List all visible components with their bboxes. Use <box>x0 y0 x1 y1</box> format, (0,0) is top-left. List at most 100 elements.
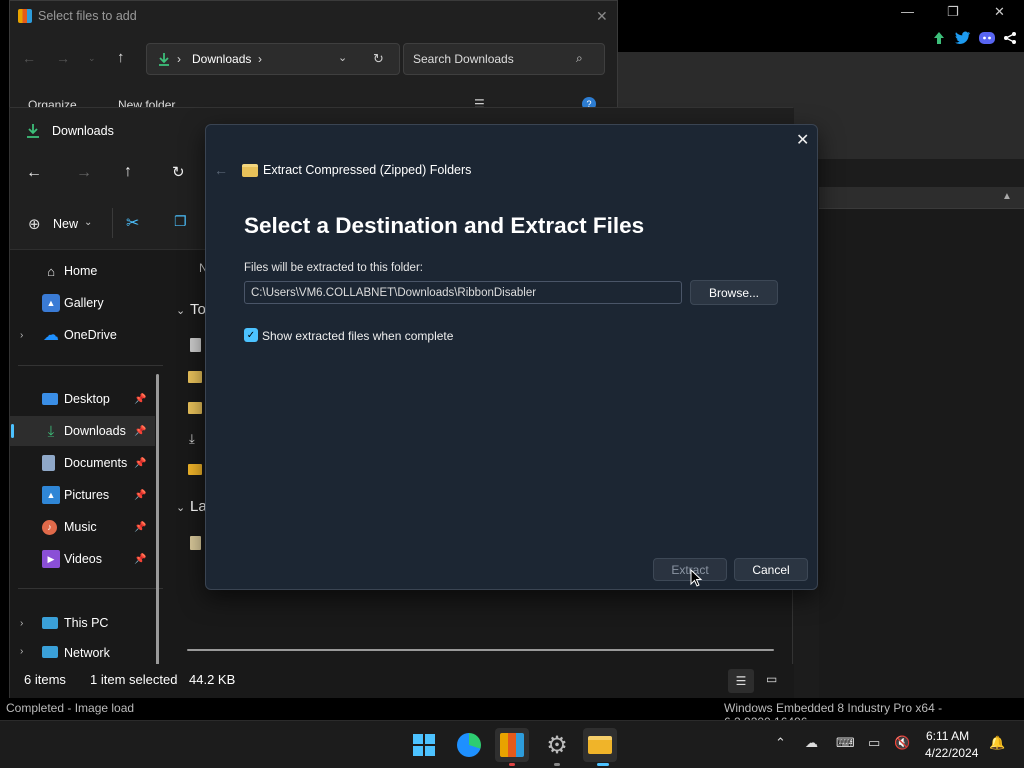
address-bar[interactable]: › Downloads › ⌄ ↻ <box>146 43 400 75</box>
show-files-checkbox[interactable]: ✓ <box>244 328 258 342</box>
sidebar-item-this-pc[interactable]: › This PC <box>10 608 155 638</box>
group-collapse-icon[interactable]: ⌄ <box>176 501 185 514</box>
show-hidden-icons-chevron-icon[interactable]: ⌃ <box>775 735 786 751</box>
app-taskbar-button[interactable] <box>495 728 529 762</box>
tiles-view-icon[interactable]: ▭ <box>766 672 777 686</box>
edge-taskbar-button[interactable] <box>452 728 486 762</box>
keyboard-icon[interactable]: ⌨ <box>836 735 855 751</box>
edge-icon <box>457 733 481 757</box>
sidebar-item-gallery[interactable]: ▲ Gallery <box>10 288 155 318</box>
sidebar-item-network[interactable]: › Network <box>10 640 155 662</box>
sidebar-item-videos[interactable]: ▶ Videos 📌 <box>10 544 155 574</box>
refresh-icon[interactable]: ↻ <box>172 163 185 181</box>
pin-icon[interactable]: 📌 <box>134 458 146 469</box>
destination-path-input[interactable]: C:\Users\VM6.COLLABNET\Downloads\RibbonD… <box>244 281 682 304</box>
folder-icon <box>188 464 202 475</box>
show-files-label[interactable]: Show extracted files when complete <box>262 329 453 343</box>
new-button[interactable]: New <box>53 217 78 231</box>
up-arrow-icon[interactable]: ↑ <box>124 163 132 181</box>
expand-chevron-icon[interactable]: › <box>20 618 23 629</box>
arrow-up-green-icon[interactable] <box>932 31 946 45</box>
sidebar-item-home[interactable]: ⌂ Home <box>10 256 155 286</box>
close-icon[interactable]: ✕ <box>796 130 809 150</box>
select-files-dialog: Select files to add ✕ ← → ⌄ ↑ › Download… <box>9 0 618 122</box>
back-arrow-icon[interactable]: ← <box>26 164 42 182</box>
recent-chevron-icon[interactable]: ⌄ <box>88 53 96 64</box>
discord-icon[interactable] <box>979 31 995 45</box>
sidebar-scrollbar[interactable] <box>156 374 159 690</box>
twitter-icon[interactable] <box>955 31 971 45</box>
share-icon[interactable] <box>1003 31 1017 45</box>
address-dropdown-icon[interactable]: ⌄ <box>338 51 347 64</box>
back-arrow-icon[interactable]: ← <box>214 162 228 178</box>
new-plus-icon[interactable]: ⊕ <box>28 215 41 233</box>
pin-icon[interactable]: 📌 <box>134 490 146 501</box>
sidebar-item-music[interactable]: ♪ Music 📌 <box>10 512 155 542</box>
pin-icon[interactable]: 📌 <box>134 522 146 533</box>
selection-count: 1 item selected <box>90 672 178 687</box>
notification-bell-icon[interactable]: 🔔 <box>989 735 1005 751</box>
volume-muted-icon[interactable]: 🔇 <box>894 735 910 751</box>
expand-chevron-icon[interactable]: › <box>20 646 23 657</box>
new-dropdown-icon[interactable]: ⌄ <box>84 217 92 228</box>
up-arrow-icon[interactable]: ↑ <box>117 49 125 66</box>
address-path[interactable]: Downloads <box>192 52 251 66</box>
search-icon[interactable]: ⌕ <box>576 51 583 66</box>
copy-icon[interactable]: ❐ <box>174 213 187 230</box>
pin-icon[interactable]: 📌 <box>134 554 146 565</box>
forward-arrow-icon[interactable]: → <box>56 50 70 66</box>
gallery-icon: ▲ <box>42 294 60 312</box>
start-button[interactable] <box>407 728 441 762</box>
pin-icon[interactable]: 📌 <box>134 394 146 405</box>
cancel-button[interactable]: Cancel <box>734 558 808 581</box>
dialog-header: Extract Compressed (Zipped) Folders <box>263 163 472 177</box>
installer-icon: ⤓ <box>189 431 195 446</box>
documents-icon <box>42 455 55 471</box>
background-app-list <box>819 209 1024 699</box>
downloads-icon <box>27 124 39 138</box>
command-divider <box>112 208 113 238</box>
sidebar-item-desktop[interactable]: Desktop 📌 <box>10 384 155 414</box>
browse-button[interactable]: Browse... <box>690 280 778 305</box>
settings-taskbar-button[interactable]: ⚙ <box>540 728 574 762</box>
minimize-button[interactable]: — <box>901 4 914 19</box>
running-indicator <box>509 763 515 766</box>
file-icon <box>190 536 201 550</box>
sidebar-item-pictures[interactable]: ▲ Pictures 📌 <box>10 480 155 510</box>
refresh-icon[interactable]: ↻ <box>373 51 384 67</box>
clock-date[interactable]: 4/22/2024 <box>925 746 978 760</box>
network-icon[interactable]: ▭ <box>868 735 880 751</box>
sidebar-item-onedrive[interactable]: › ☁ OneDrive <box>10 320 155 350</box>
sidebar-item-documents[interactable]: Documents 📌 <box>10 448 155 478</box>
search-placeholder: Search Downloads <box>413 52 514 66</box>
close-button[interactable]: ✕ <box>994 4 1005 20</box>
horizontal-scrollbar[interactable] <box>187 649 774 651</box>
dialog-title: Select files to add <box>38 9 137 23</box>
pin-icon[interactable]: 📌 <box>134 426 146 437</box>
checkmark-icon: ✓ <box>246 329 256 341</box>
sidebar-item-downloads[interactable]: ⤓ Downloads 📌 <box>10 416 155 446</box>
home-icon: ⌂ <box>47 263 55 279</box>
explorer-title: Downloads <box>52 124 114 138</box>
cut-icon[interactable]: ✂ <box>126 213 139 233</box>
explorer-taskbar-button[interactable] <box>583 728 617 762</box>
music-icon: ♪ <box>42 519 57 535</box>
breadcrumb-chevron-icon: › <box>177 52 181 66</box>
forward-arrow-icon[interactable]: → <box>76 164 92 182</box>
expand-chevron-icon[interactable]: › <box>20 330 23 341</box>
back-arrow-icon[interactable]: ← <box>22 50 36 66</box>
gear-icon: ⚙ <box>546 731 568 759</box>
app-logo-icon <box>18 9 32 23</box>
sidebar-item-label: OneDrive <box>64 328 117 342</box>
onedrive-offline-icon[interactable]: ☁ <box>805 735 818 751</box>
clock-time[interactable]: 6:11 AM <box>926 729 969 743</box>
close-icon[interactable]: ✕ <box>596 8 608 25</box>
scroll-up-arrow-icon[interactable]: ▲ <box>1002 191 1012 202</box>
running-indicator <box>597 763 609 766</box>
group-collapse-icon[interactable]: ⌄ <box>176 304 185 317</box>
running-indicator <box>554 763 560 766</box>
restore-button[interactable]: ❐ <box>947 4 959 20</box>
videos-icon: ▶ <box>42 550 60 568</box>
details-view-button[interactable]: ☰ <box>728 669 754 693</box>
search-input[interactable]: Search Downloads ⌕ <box>403 43 605 75</box>
